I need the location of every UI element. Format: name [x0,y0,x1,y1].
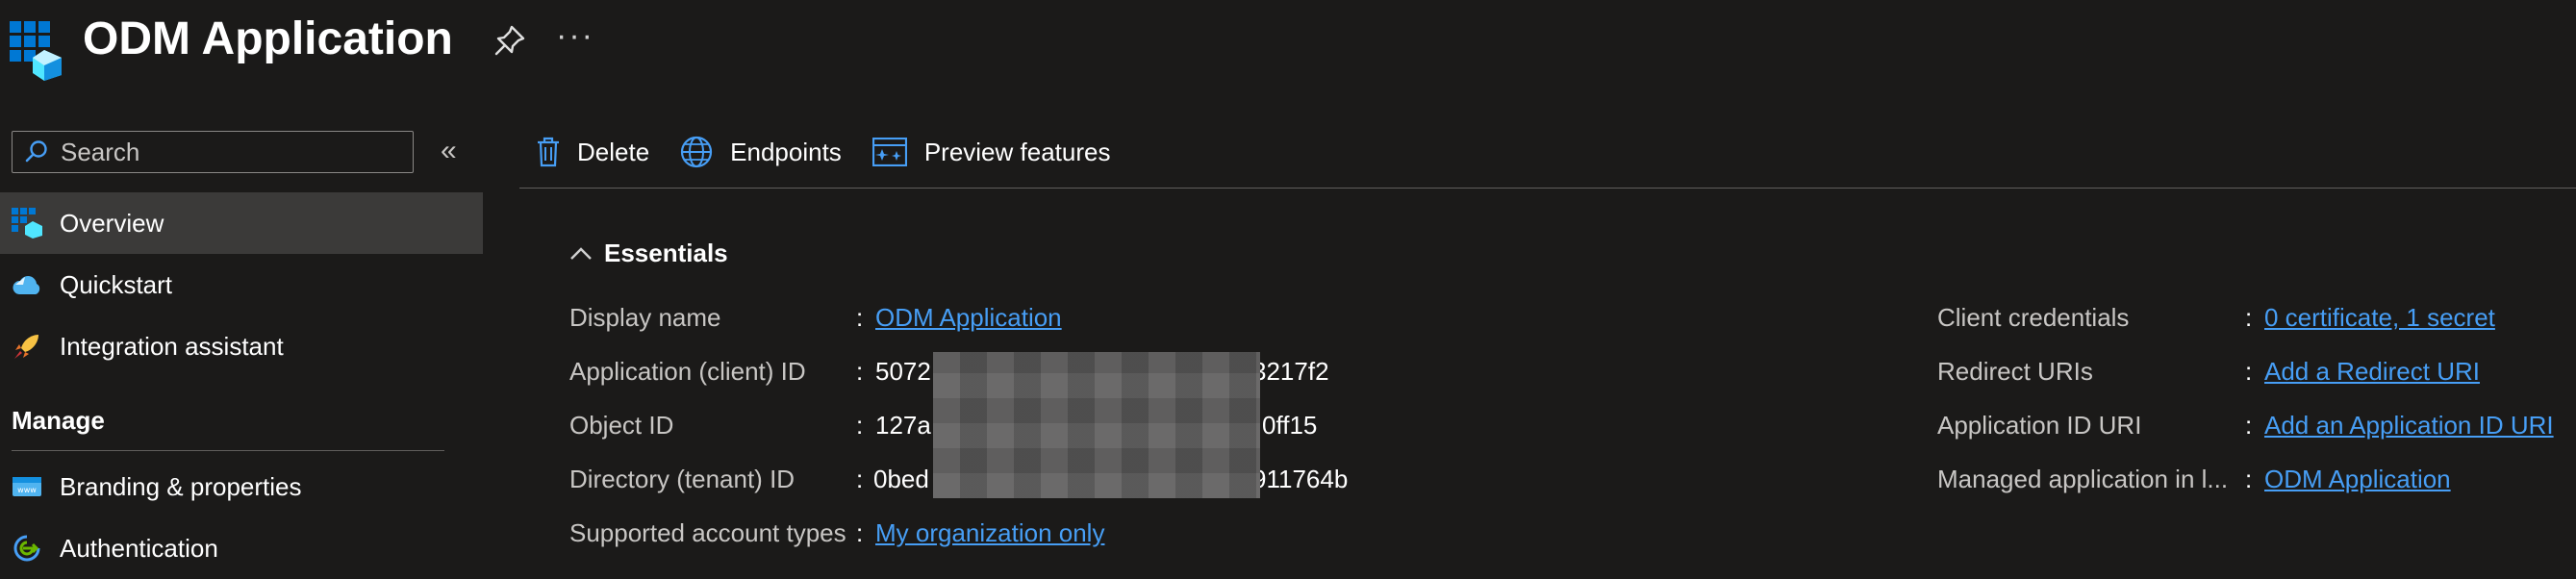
search-input[interactable] [59,136,390,168]
colon: : [856,465,864,493]
chevron-up-icon [570,246,592,260]
object-id-value-start: 127a [875,411,931,440]
colon: : [2245,465,2253,493]
managed-application-label: Managed application in l... [1937,465,2229,493]
client-id-value-start: 5072 [875,357,931,386]
app-registration-icon [10,21,62,81]
command-bar: Delete Endpoints Preview features [519,121,1124,183]
more-options-button[interactable]: ··· [556,17,594,55]
sidebar-item-label: Branding & properties [60,471,302,501]
colon: : [856,518,864,547]
colon: : [856,411,864,440]
display-name-label: Display name [569,303,721,332]
preview-features-icon [871,138,907,166]
client-id-value-end: 3217f2 [1252,357,1329,386]
authentication-icon [10,531,44,566]
toolbar-divider [519,188,2576,189]
redirect-uris-link[interactable]: Add a Redirect URI [2264,352,2480,390]
sidebar-item-quickstart[interactable]: Quickstart [0,254,483,315]
tenant-id-value-start: 0bed [873,465,929,493]
delete-button[interactable]: Delete [537,137,649,167]
endpoints-label: Endpoints [730,137,842,166]
collapse-sidebar-button[interactable]: « [441,135,457,167]
client-credentials-link[interactable]: 0 certificate, 1 secret [2264,298,2495,337]
colon: : [2245,411,2253,440]
sidebar-item-label: Overview [60,208,164,238]
trash-icon [538,137,559,167]
tenant-id-label: Directory (tenant) ID [569,465,796,493]
sidebar-item-branding-properties[interactable]: www Branding & properties [0,456,483,517]
section-divider [12,450,444,451]
delete-label: Delete [577,137,650,166]
colon: : [2245,303,2253,332]
colon: : [856,357,864,386]
svg-text:www: www [17,486,37,494]
branding-icon: www [10,469,44,504]
page-title: ODM Application [83,13,453,64]
sidebar-item-integration-assistant[interactable]: Integration assistant [0,315,483,377]
search-icon [25,140,47,163]
app-grid-icon [10,206,44,240]
client-id-label: Application (client) ID [569,357,806,386]
essentials-heading: Essentials [604,239,728,267]
app-id-uri-label: Application ID URI [1937,411,2142,440]
sidebar-item-label: Authentication [60,533,218,563]
redirect-uris-label: Redirect URIs [1937,357,2093,386]
preview-features-button[interactable]: Preview features [871,137,1111,167]
globe-icon [681,136,713,168]
display-name-link[interactable]: ODM Application [875,298,1062,337]
colon: : [856,303,864,332]
cloud-quickstart-icon [10,267,44,302]
endpoints-button[interactable]: Endpoints [680,136,842,168]
account-types-link[interactable]: My organization only [875,514,1104,552]
sidebar-item-authentication[interactable]: Authentication [0,517,483,579]
manage-section-heading: Manage [12,406,105,435]
redacted-id-overlay [933,352,1260,498]
pin-icon[interactable] [492,23,527,58]
app-id-uri-link[interactable]: Add an Application ID URI [2264,406,2554,444]
object-id-value-end: 0ff15 [1262,411,1318,440]
essentials-toggle[interactable]: Essentials [569,239,728,268]
sidebar-item-overview[interactable]: Overview [0,192,483,254]
account-types-label: Supported account types [569,518,846,547]
preview-features-label: Preview features [923,137,1111,166]
sidebar-search[interactable] [12,131,414,173]
sidebar-item-label: Quickstart [60,269,173,299]
object-id-label: Object ID [569,411,674,440]
sidebar-item-label: Integration assistant [60,331,284,361]
colon: : [2245,357,2253,386]
client-credentials-label: Client credentials [1937,303,2130,332]
page-header: ODM Application ··· [0,0,2576,106]
rocket-icon [10,329,44,364]
tenant-id-value-end: 911764b [1252,465,1349,493]
managed-application-link[interactable]: ODM Application [2264,460,2451,498]
